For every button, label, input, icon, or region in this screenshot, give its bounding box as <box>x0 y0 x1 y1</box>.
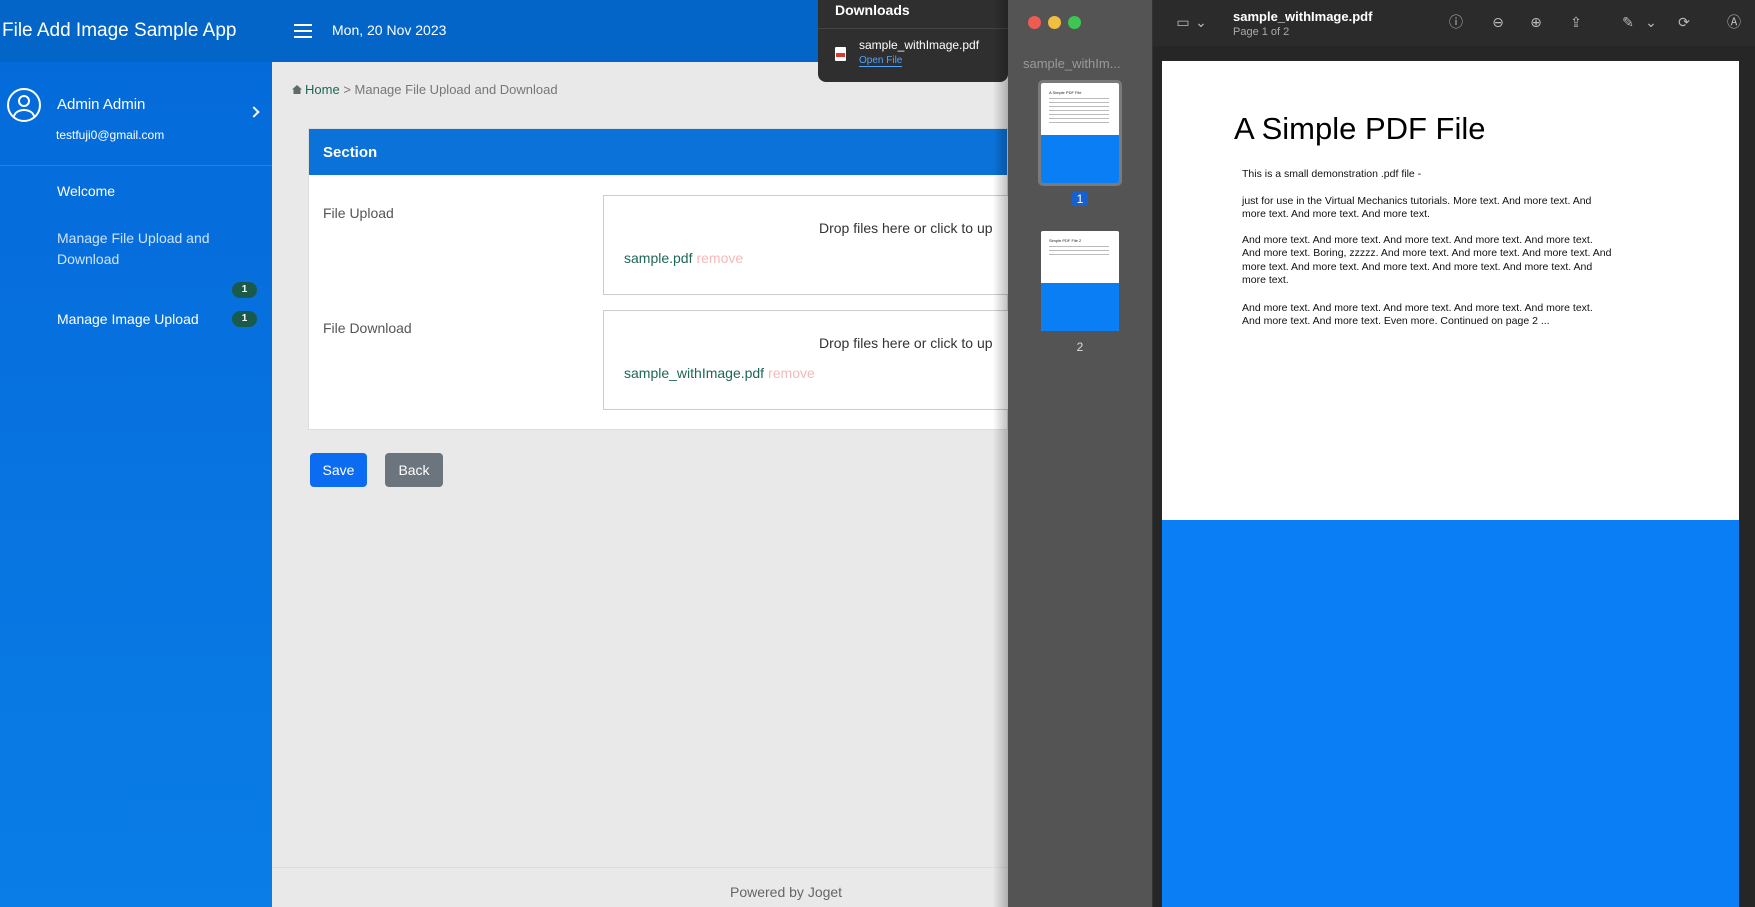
chevron-down-icon[interactable]: ⌄ <box>1643 14 1659 30</box>
sidebar: File Add Image Sample App Admin Admin te… <box>0 0 272 907</box>
form-section: Section File Upload Drop files here or c… <box>308 128 1023 430</box>
footer-text: Powered by Joget <box>730 884 843 900</box>
pdf-page: A Simple PDF File This is a small demons… <box>1162 61 1739 907</box>
file-download-label: File Download <box>323 320 412 336</box>
user-name: Admin Admin <box>57 96 146 113</box>
thumbnail-title: A Simple PDF File <box>1049 90 1082 95</box>
sidebar-item-welcome[interactable]: Welcome <box>57 183 115 199</box>
open-file-link[interactable]: Open File <box>859 55 903 67</box>
zoom-in-icon[interactable]: ⊕ <box>1528 14 1544 30</box>
section-title: Section <box>309 129 1007 175</box>
breadcrumb-separator: > <box>343 82 351 97</box>
thumbnail-title: Simple PDF File 2 <box>1049 238 1082 243</box>
downloads-popover: Downloads sample_withImage.pdf Open File <box>818 0 1008 82</box>
thumbnail-image <box>1041 135 1119 183</box>
current-date: Mon, 20 Nov 2023 <box>332 22 447 38</box>
breadcrumb-current: Manage File Upload and Download <box>354 82 558 97</box>
sidebar-item-manage-image[interactable]: Manage Image Upload <box>57 311 199 327</box>
avatar-icon <box>7 88 41 122</box>
pdf-paragraph: This is a small demonstration .pdf file … <box>1242 168 1422 180</box>
close-window-button[interactable] <box>1028 16 1041 29</box>
markup-icon[interactable]: Ⓐ <box>1726 14 1742 30</box>
thumbnail-image <box>1041 283 1119 331</box>
page-indicator: Page 1 of 2 <box>1233 26 1290 38</box>
sidebar-toggle-icon[interactable]: ▭ <box>1175 14 1191 30</box>
user-profile[interactable]: Admin Admin testfuji0@gmail.com <box>0 62 272 166</box>
menu-icon[interactable] <box>294 24 312 38</box>
app-title[interactable]: File Add Image Sample App <box>0 0 272 62</box>
dropzone-hint: Drop files here or click to up <box>819 220 993 236</box>
home-icon <box>292 85 302 94</box>
downloads-title: Downloads <box>835 2 910 18</box>
file-name[interactable]: sample_withImage.pdf <box>624 365 764 381</box>
count-badge: 1 <box>232 282 257 298</box>
pdf-paragraph: just for use in the Virtual Mechanics tu… <box>1242 195 1592 221</box>
pdf-paragraph: And more text. And more text. And more t… <box>1242 302 1593 328</box>
thumbnail-sidebar: sample_withIm... A Simple PDF File 1 Sim… <box>993 0 1153 907</box>
pdf-paragraph: And more text. And more text. And more t… <box>1242 234 1612 287</box>
info-icon[interactable]: ⓘ <box>1448 14 1464 30</box>
divider <box>818 28 1008 29</box>
count-badge: 1 <box>232 311 257 327</box>
page-number-2: 2 <box>1076 340 1084 354</box>
dropzone-hint: Drop files here or click to up <box>819 335 993 351</box>
thumbnail-text-lines <box>1049 98 1109 126</box>
share-icon[interactable]: ⇪ <box>1568 14 1584 30</box>
document-title: sample_withImage.pdf <box>1233 9 1373 24</box>
chevron-down-icon[interactable]: ⌄ <box>1193 14 1209 30</box>
user-email: testfuji0@gmail.com <box>56 128 165 142</box>
zoom-out-icon[interactable]: ⊖ <box>1490 14 1506 30</box>
thumbnail-text-lines <box>1049 246 1109 256</box>
download-file-name[interactable]: sample_withImage.pdf <box>859 38 979 52</box>
page-thumbnail-1[interactable]: A Simple PDF File <box>1038 80 1122 186</box>
breadcrumb-home[interactable]: Home <box>305 82 340 97</box>
file-upload-label: File Upload <box>323 205 394 221</box>
markup-pen-icon[interactable]: ✎ <box>1620 14 1636 30</box>
zoom-window-button[interactable] <box>1068 16 1081 29</box>
minimize-window-button[interactable] <box>1048 16 1061 29</box>
file-download-dropzone[interactable]: Drop files here or click to up sample_wi… <box>603 310 1023 410</box>
save-button[interactable]: Save <box>310 453 367 487</box>
preview-toolbar: ▭ ⌄ sample_withImage.pdf Page 1 of 2 ⓘ ⊖… <box>1153 0 1755 46</box>
file-upload-dropzone[interactable]: Drop files here or click to up sample.pd… <box>603 195 1023 295</box>
pdf-file-icon <box>835 47 846 61</box>
pdf-title: A Simple PDF File <box>1234 111 1486 146</box>
remove-link[interactable]: remove <box>696 250 743 266</box>
chevron-right-icon[interactable] <box>248 106 260 118</box>
breadcrumb: Home > Manage File Upload and Download <box>292 82 558 97</box>
pdf-image <box>1162 520 1739 907</box>
rotate-icon[interactable]: ⟳ <box>1676 14 1692 30</box>
page-number-1: 1 <box>1072 192 1088 206</box>
remove-link[interactable]: remove <box>768 365 815 381</box>
screen: File Add Image Sample App Admin Admin te… <box>0 0 1755 907</box>
sidebar-item-manage-file[interactable]: Manage File Upload and Download <box>57 228 237 270</box>
page-thumbnail-2[interactable]: Simple PDF File 2 <box>1041 231 1119 331</box>
uploaded-file: sample.pdf remove <box>624 250 743 266</box>
back-button[interactable]: Back <box>385 453 443 487</box>
sidebar-doc-title: sample_withIm... <box>1023 56 1121 71</box>
file-name[interactable]: sample.pdf <box>624 250 692 266</box>
uploaded-file: sample_withImage.pdf remove <box>624 365 815 381</box>
